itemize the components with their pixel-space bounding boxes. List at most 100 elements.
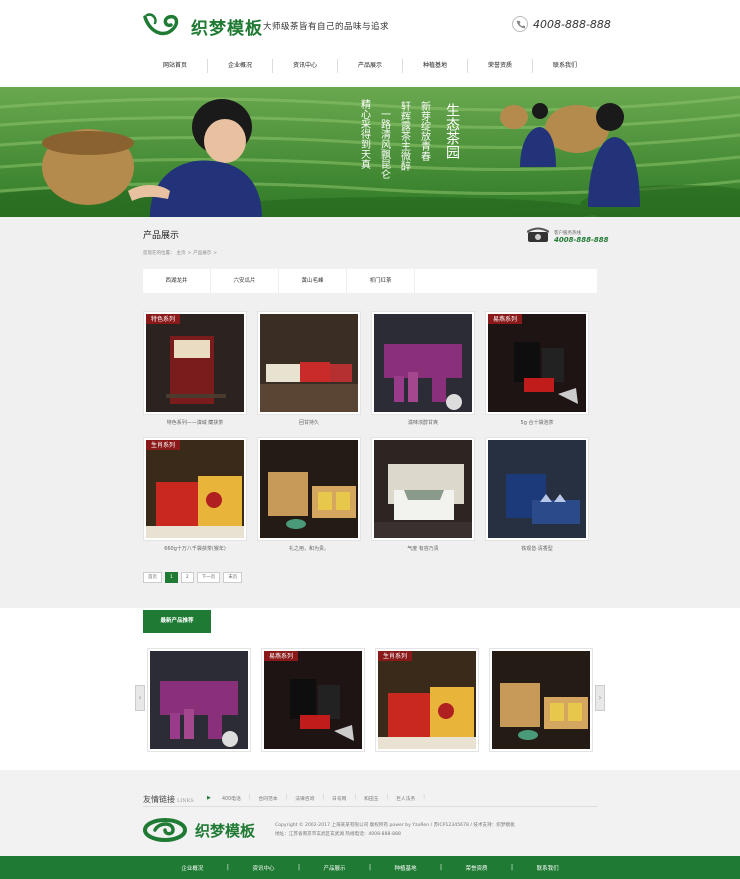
bottom-nav-about[interactable]: 企业概况 [170,864,215,872]
banner-poem-line: 新芽绽放青春 [419,100,431,162]
friend-link-sep: | [423,795,425,800]
nav-about[interactable]: 企业概况 [208,55,272,77]
product-card[interactable] [257,311,361,415]
friend-link[interactable]: 和田玉 [364,795,378,802]
hero-banner: 生态茶园 新芽绽放青春 轩辉露茶主微醉 一路清风飘昆仑 精心采得到天真 [0,87,740,217]
recommended-title[interactable]: 最新产品推荐 [143,610,211,633]
bottom-nav-sep: | [368,864,372,871]
product-card[interactable] [257,437,361,541]
product-card[interactable]: 特色系列 [143,311,247,415]
product-name[interactable]: 礼之用，和为贵。 [252,545,366,552]
copyright-text: Copyright © 2002-2017 上海某某有限公司 版权所有 powe… [275,823,515,828]
recommended-image[interactable] [492,651,590,749]
category-xihu-longjing[interactable]: 西湖龙井 [143,269,211,293]
friend-link[interactable]: 法律咨询 [295,795,314,802]
product-card[interactable]: 生肖系列 [143,437,247,541]
recommended-image[interactable] [150,651,248,749]
product-image[interactable]: 生肖系列 [146,440,244,538]
recommended-image[interactable]: 生肖系列 [378,651,476,749]
bottom-nav-products[interactable]: 产品展示 [312,864,357,872]
bottom-nav-sep: | [226,864,229,871]
product-name[interactable]: 滋味浓醇甘爽 [366,419,480,426]
product-card[interactable] [371,311,475,415]
category-huangshan-maofeng[interactable]: 黄山毛峰 [279,269,347,293]
logo-icon[interactable] [143,11,183,39]
product-name[interactable]: 特色系列——滇域 藏茯茶 [138,419,252,426]
friend-link-sep: | [386,795,389,800]
nav-plantation[interactable]: 种植基地 [403,55,467,77]
bottom-nav-contact[interactable]: 联系我们 [525,864,570,872]
site-header: 织梦模板 大师级茶皆有自己的品味与追求 4008-888-888 网站首页 企业… [0,0,740,87]
page-1-button[interactable]: 1 [165,572,178,583]
main-nav: 网站首页 企业概况 资讯中心 产品展示 种植基地 荣誉资质 联系我们 [143,55,597,77]
carousel-next-arrow-icon[interactable]: › [595,685,605,711]
nav-news[interactable]: 资讯中心 [273,55,337,77]
nav-home[interactable]: 网站首页 [143,55,207,77]
friend-link[interactable]: 合同范本 [258,795,277,802]
recommended-section: 最新产品推荐 ‹ › 易燕系列 生肖系列 [0,608,740,770]
bottom-nav-news[interactable]: 资讯中心 [241,864,286,872]
page-last-button[interactable]: 末页 [223,572,243,583]
friend-links-title-en: LINKS [177,798,194,804]
breadcrumb-home[interactable]: 主页 [177,251,186,256]
friend-link[interactable]: 400电话 [222,795,241,802]
banner-poem-line: 精心采得到天真 [359,98,371,170]
header-slogan: 大师级茶皆有自己的品味与追求 [263,22,390,32]
page-next-button[interactable]: 下一页 [196,572,221,583]
nav-honors[interactable]: 荣誉资质 [468,55,532,77]
product-image[interactable]: 特色系列 [146,314,244,412]
nav-contact[interactable]: 联系我们 [533,55,597,77]
breadcrumb-products[interactable]: 产品展示 [193,251,211,256]
header-phone: 4008-888-888 [533,18,611,31]
friend-links-title-cn: 友情链接 [143,795,175,804]
friend-link[interactable]: 巨人法务 [396,795,415,802]
product-card[interactable]: 易燕系列 [485,311,589,415]
product-name[interactable]: 5g 合十袋泡茶 [480,419,594,426]
product-image[interactable] [488,440,586,538]
product-image[interactable] [260,440,358,538]
page-2-button[interactable]: 2 [180,572,194,583]
bottom-nav-sep: | [297,864,300,871]
recommended-card[interactable]: 生肖系列 [375,648,479,752]
banner-poem-line: 生态茶园 [444,103,460,159]
carousel-prev-arrow-icon[interactable]: ‹ [135,685,145,711]
product-name[interactable]: 回甘持久 [252,419,366,426]
friend-link-sep: | [285,795,288,800]
product-image[interactable] [260,314,358,412]
recommended-card[interactable]: 易燕系列 [261,648,365,752]
friend-link[interactable]: 日号网 [332,795,346,802]
product-image[interactable]: 易燕系列 [488,314,586,412]
telephone-icon [527,227,549,242]
page-first-button[interactable]: 首页 [143,572,162,583]
recommended-card[interactable] [147,648,251,752]
footer-logo-icon[interactable] [143,818,187,842]
bottom-nav-honors[interactable]: 荣誉资质 [454,864,499,872]
footer-divider [143,806,597,807]
svg-text:生肖系列: 生肖系列 [383,652,407,660]
category-luan-guapian[interactable]: 六安瓜片 [211,269,279,293]
product-name[interactable]: 660g十万八千袋茯茶(猴年) [138,545,252,552]
svg-text:易燕系列: 易燕系列 [493,315,517,323]
address-text: 地址：江苏省南京市玄武区玄武湖 热线电话：4008-888-888 [275,832,401,837]
svg-text:易燕系列: 易燕系列 [269,652,293,660]
nav-products[interactable]: 产品展示 [338,55,402,77]
footer-logo-text[interactable]: 织梦模板 [195,820,255,841]
product-card[interactable] [371,437,475,541]
product-card[interactable] [485,437,589,541]
hotline-number: 4008-888-888 [554,236,609,244]
logo-text[interactable]: 织梦模板 [191,14,263,39]
category-keemun-black[interactable]: 祁门红茶 [347,269,415,293]
recommended-image[interactable]: 易燕系列 [264,651,362,749]
breadcrumb-sep: > [213,251,218,256]
bottom-nav-plantation[interactable]: 种植基地 [383,864,428,872]
friend-links: 400电话 | 合同范本 | 法律咨询 | 日号网 | 和田玉 | 巨人法务 | [220,795,431,802]
product-name[interactable]: 气度 有容乃贵 [366,545,480,552]
product-image[interactable] [374,440,472,538]
svg-text:特色系列: 特色系列 [151,315,175,323]
triangle-right-icon: ▶ [207,795,211,801]
friend-links-title: 友情链接 LINKS [143,794,194,805]
product-image[interactable] [374,314,472,412]
product-name[interactable]: 铁观音·清香型 [480,545,594,552]
pagination: 首页 1 2 下一页 末页 [143,572,243,583]
recommended-card[interactable] [489,648,593,752]
